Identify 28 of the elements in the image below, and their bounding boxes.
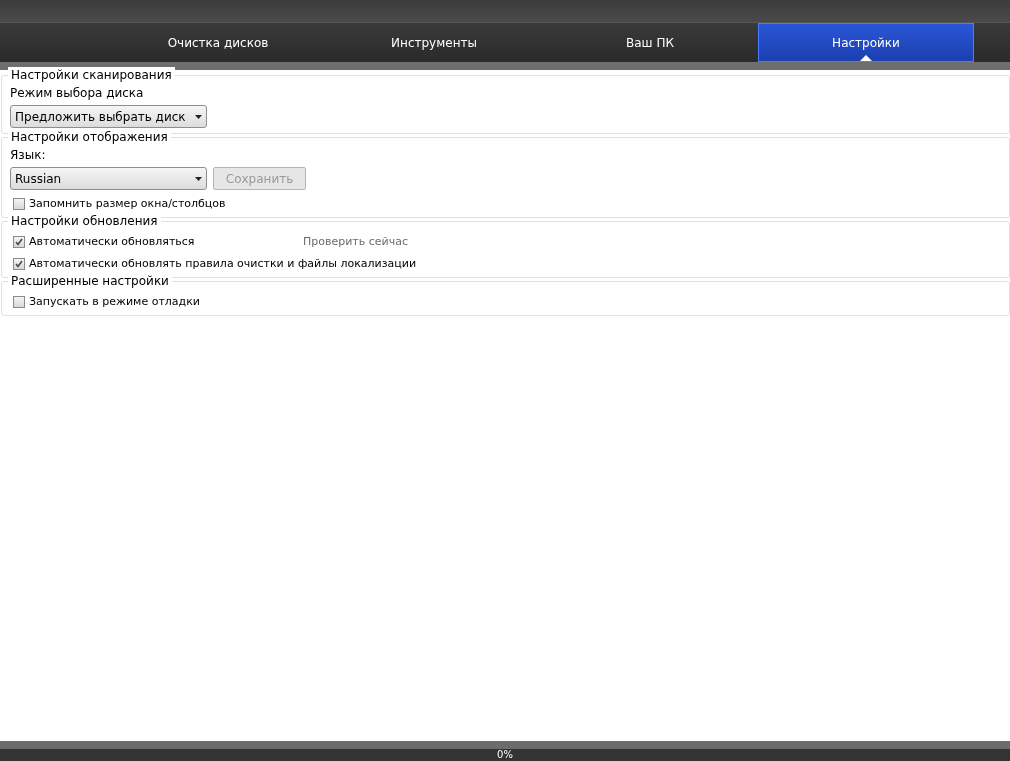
- field-label: Язык:: [10, 147, 47, 164]
- group-title: Настройки сканирования: [8, 67, 175, 84]
- checkmark-icon: [15, 238, 23, 246]
- dropdown[interactable]: Предложить выбрать диск: [10, 105, 207, 128]
- checkbox-label[interactable]: Запомнить размер окна/столбцов: [29, 195, 303, 213]
- checkbox[interactable]: [13, 258, 25, 270]
- checkmark-icon: [15, 260, 23, 268]
- field-label: Режим выбора диска: [10, 85, 145, 102]
- group-title: Расширенные настройки: [8, 273, 172, 290]
- tab[interactable]: Ваш ПК: [542, 23, 758, 62]
- checkbox[interactable]: [13, 296, 25, 308]
- dropdown-value: Russian: [15, 170, 62, 188]
- progress-text: 0%: [497, 749, 513, 761]
- tab[interactable]: Инструменты: [326, 23, 542, 62]
- checkbox[interactable]: [13, 198, 25, 210]
- caret-icon: [195, 176, 202, 181]
- checkbox-label[interactable]: Автоматически обновляться: [29, 233, 303, 251]
- dropdown[interactable]: Russian: [10, 167, 207, 190]
- tab[interactable]: Настройки: [758, 23, 974, 62]
- checkbox-label[interactable]: Автоматически обновлять правила очистки и файлы локализации: [29, 255, 417, 273]
- tab[interactable]: Очистка дисков: [110, 23, 326, 62]
- group-title: Настройки обновления: [8, 213, 161, 230]
- check-now-link[interactable]: Проверить сейчас: [303, 233, 408, 251]
- dropdown-value: Предложить выбрать диск: [15, 108, 186, 126]
- group-title: Настройки отображения: [8, 129, 171, 146]
- checkbox-label[interactable]: Запускать в режиме отладки: [29, 293, 303, 311]
- checkbox[interactable]: [13, 236, 25, 248]
- caret-icon: [195, 114, 202, 119]
